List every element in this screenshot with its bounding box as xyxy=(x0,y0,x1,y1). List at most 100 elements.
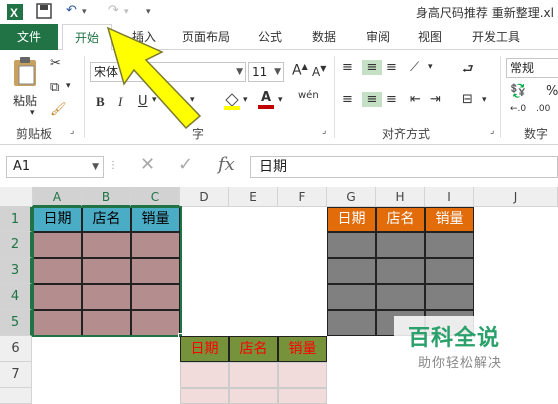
tab-formulas[interactable]: 公式 xyxy=(250,24,290,50)
align-right-icon[interactable]: ≡ xyxy=(386,92,397,107)
column-header-d[interactable]: D xyxy=(180,187,229,207)
table2-cell[interactable] xyxy=(327,258,376,284)
increase-indent-icon[interactable]: ⇥ xyxy=(430,92,441,107)
increase-font-icon[interactable]: A▲ xyxy=(292,62,308,79)
table2-header-cell[interactable]: 销量 xyxy=(425,207,474,232)
table1-cell[interactable] xyxy=(33,310,82,336)
name-box[interactable]: A1 ▼ xyxy=(6,156,104,178)
table1-cell[interactable] xyxy=(82,232,131,258)
row-header-5[interactable]: 5 xyxy=(0,310,32,336)
number-format-select[interactable]: 常规 xyxy=(506,58,558,78)
paste-button[interactable]: 粘贴 xyxy=(8,56,42,109)
table3-cell[interactable] xyxy=(180,362,229,388)
align-center-icon[interactable]: ≡ xyxy=(362,92,382,107)
copy-icon[interactable]: ⧉ xyxy=(50,80,59,95)
font-launcher-icon[interactable]: ⌟ xyxy=(322,126,326,136)
table2-cell[interactable] xyxy=(425,232,474,258)
orientation-dropdown-icon[interactable]: ▾ xyxy=(428,62,433,72)
table1-cell[interactable] xyxy=(33,258,82,284)
column-header-b[interactable]: B xyxy=(82,187,131,207)
table1-header-cell[interactable]: 日期 xyxy=(33,207,82,232)
table1-cell[interactable] xyxy=(82,258,131,284)
merge-center-icon[interactable]: ⊟ xyxy=(462,92,473,107)
table1-cell[interactable] xyxy=(82,310,131,336)
table2-cell[interactable] xyxy=(425,284,474,310)
font-size-select[interactable]: 11 ▼ xyxy=(248,62,284,82)
table3-header-cell[interactable]: 店名 xyxy=(229,336,278,362)
table1-cell[interactable] xyxy=(82,284,131,310)
tab-view[interactable]: 视图 xyxy=(410,24,450,50)
wrap-text-icon[interactable]: ⮐ xyxy=(462,60,474,82)
font-color-dropdown-icon[interactable]: ▾ xyxy=(278,95,283,105)
undo-icon[interactable]: ↶ xyxy=(66,3,77,18)
cancel-icon[interactable]: ✕ xyxy=(140,154,155,175)
row-header-3[interactable]: 3 xyxy=(0,258,32,284)
table3-cell[interactable] xyxy=(229,362,278,388)
table1-header-cell[interactable]: 店名 xyxy=(82,207,131,232)
tab-file[interactable]: 文件 xyxy=(0,24,58,50)
table1-cell[interactable] xyxy=(33,284,82,310)
align-top-icon[interactable]: ≡ xyxy=(342,60,353,75)
fill-color-dropdown-icon[interactable]: ▾ xyxy=(243,95,248,105)
save-icon[interactable] xyxy=(36,3,52,23)
table1-cell[interactable] xyxy=(131,232,180,258)
tab-review[interactable]: 审阅 xyxy=(358,24,398,50)
table1-cell[interactable] xyxy=(131,258,180,284)
font-color-icon[interactable]: A xyxy=(258,90,274,109)
table2-cell[interactable] xyxy=(376,258,425,284)
table2-header-cell[interactable]: 日期 xyxy=(327,207,376,232)
align-middle-icon[interactable]: ≡ xyxy=(362,60,382,75)
table2-cell[interactable] xyxy=(327,232,376,258)
align-bottom-icon[interactable]: ≡ xyxy=(386,60,397,75)
tab-developer[interactable]: 开发工具 xyxy=(464,24,528,50)
decrease-font-icon[interactable]: A▼ xyxy=(312,64,326,79)
table1-header-cell[interactable]: 销量 xyxy=(131,207,180,232)
clipboard-launcher-icon[interactable]: ⌟ xyxy=(70,126,74,136)
table3-cell[interactable] xyxy=(278,388,327,404)
paste-dropdown-icon[interactable]: ▾ xyxy=(30,108,35,118)
column-header-j[interactable]: J xyxy=(474,187,558,207)
table1-cell[interactable] xyxy=(131,310,180,336)
insert-function-button[interactable]: fx xyxy=(218,154,235,175)
column-header-a[interactable]: A xyxy=(33,187,82,207)
percent-icon[interactable]: % xyxy=(546,84,558,99)
merge-dropdown-icon[interactable]: ▾ xyxy=(482,95,487,105)
row-header-7[interactable]: 7 xyxy=(0,362,32,388)
orientation-icon[interactable]: ⟋ xyxy=(410,60,419,75)
table2-cell[interactable] xyxy=(327,310,376,336)
table3-cell[interactable] xyxy=(278,362,327,388)
table3-header-cell[interactable]: 销量 xyxy=(278,336,327,362)
column-header-c[interactable]: C xyxy=(131,187,180,207)
undo-dropdown-icon[interactable]: ▾ xyxy=(82,7,87,17)
align-left-icon[interactable]: ≡ xyxy=(342,92,353,107)
select-all-corner[interactable] xyxy=(0,187,33,207)
increase-decimal-icon[interactable]: ←.0 xyxy=(510,104,526,114)
copy-dropdown-icon[interactable]: ▾ xyxy=(66,81,71,91)
table3-header-cell[interactable]: 日期 xyxy=(180,336,229,362)
row-header-2[interactable]: 2 xyxy=(0,232,32,258)
row-header-4[interactable]: 4 xyxy=(0,284,32,310)
decrease-indent-icon[interactable]: ⇤ xyxy=(410,92,421,107)
redo-icon[interactable]: ↷ xyxy=(108,3,119,18)
phonetic-button[interactable]: wén xyxy=(298,90,319,101)
table2-header-cell[interactable]: 店名 xyxy=(376,207,425,232)
table2-cell[interactable] xyxy=(376,232,425,258)
alignment-launcher-icon[interactable]: ⌟ xyxy=(490,126,494,136)
column-header-g[interactable]: G xyxy=(327,187,376,207)
row-header-1[interactable]: 1 xyxy=(0,207,32,232)
fill-color-icon[interactable] xyxy=(222,90,242,114)
redo-dropdown-icon[interactable]: ▾ xyxy=(124,7,129,17)
tab-data[interactable]: 数据 xyxy=(304,24,344,50)
column-header-h[interactable]: H xyxy=(376,187,425,207)
customize-toolbar-icon[interactable]: ▾ xyxy=(146,7,151,17)
column-header-i[interactable]: I xyxy=(425,187,474,207)
decrease-decimal-icon[interactable]: .00 xyxy=(536,104,550,114)
row-header-8[interactable] xyxy=(0,388,32,404)
table3-cell[interactable] xyxy=(229,388,278,404)
table2-cell[interactable] xyxy=(425,258,474,284)
enter-icon[interactable]: ✓ xyxy=(178,154,193,175)
column-header-e[interactable]: E xyxy=(229,187,278,207)
table3-cell[interactable] xyxy=(180,388,229,404)
currency-icon[interactable]: 💱 xyxy=(510,84,526,99)
format-painter-icon[interactable]: 🖌 xyxy=(50,102,67,117)
